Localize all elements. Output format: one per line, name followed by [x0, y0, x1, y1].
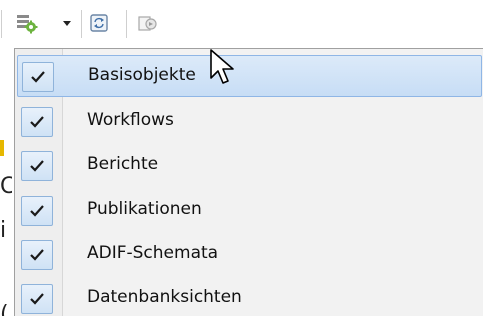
background-window-edge: C i ( [0, 48, 14, 316]
checkbox-checked[interactable] [22, 62, 54, 92]
menu-item-workflows[interactable]: Workflows [17, 101, 482, 143]
checkmark-icon [30, 293, 44, 305]
background-text-fragment: C [0, 174, 12, 199]
checkmark-icon [30, 160, 44, 172]
checkmark-icon [31, 71, 45, 83]
menu-item-datenbanksichten[interactable]: Datenbanksichten [17, 278, 482, 316]
menu-item-publikationen[interactable]: Publikationen [17, 190, 482, 232]
checkbox-checked[interactable] [21, 196, 53, 226]
dropdown-arrow-button[interactable] [58, 10, 76, 36]
background-text-fragment: i [0, 218, 7, 243]
checkbox-checked[interactable] [21, 151, 53, 181]
toolbar [0, 0, 483, 48]
module-visibility-menu: Basisobjekte Workflows Berichte Publikat… [14, 48, 483, 316]
menu-item-label: Berichte [87, 154, 159, 174]
menu-item-label: Basisobjekte [88, 65, 196, 85]
menu-item-label: Datenbanksichten [87, 287, 242, 307]
checkbox-checked[interactable] [21, 107, 53, 137]
mouse-cursor-icon [210, 49, 234, 84]
chevron-down-icon [63, 21, 71, 26]
toolbar-separator [1, 10, 2, 38]
checkmark-icon [30, 116, 44, 128]
refresh-button[interactable] [86, 10, 112, 36]
screenshot-stage: C i ( Basisobjekte Workflows Berichte Pu… [0, 0, 483, 316]
menu-item-label: Workflows [87, 110, 174, 130]
module-view-icon [17, 15, 38, 34]
refresh-icon [90, 14, 108, 32]
background-accent [0, 140, 4, 156]
menu-item-berichte[interactable]: Berichte [17, 145, 482, 187]
menu-item-adif-schemata[interactable]: ADIF-Schemata [17, 234, 482, 276]
checkmark-icon [30, 205, 44, 217]
export-icon [138, 16, 157, 31]
background-text-fragment: ( [0, 302, 9, 316]
menu-item-basisobjekte[interactable]: Basisobjekte [17, 55, 482, 97]
checkbox-checked[interactable] [21, 240, 53, 270]
module-view-button[interactable] [10, 10, 44, 36]
toolbar-separator [81, 10, 82, 38]
export-button[interactable] [134, 10, 162, 36]
checkbox-checked[interactable] [21, 284, 53, 314]
menu-item-label: ADIF-Schemata [87, 243, 219, 263]
checkmark-icon [30, 249, 44, 261]
menu-item-label: Publikationen [87, 199, 202, 219]
toolbar-separator [126, 10, 127, 38]
